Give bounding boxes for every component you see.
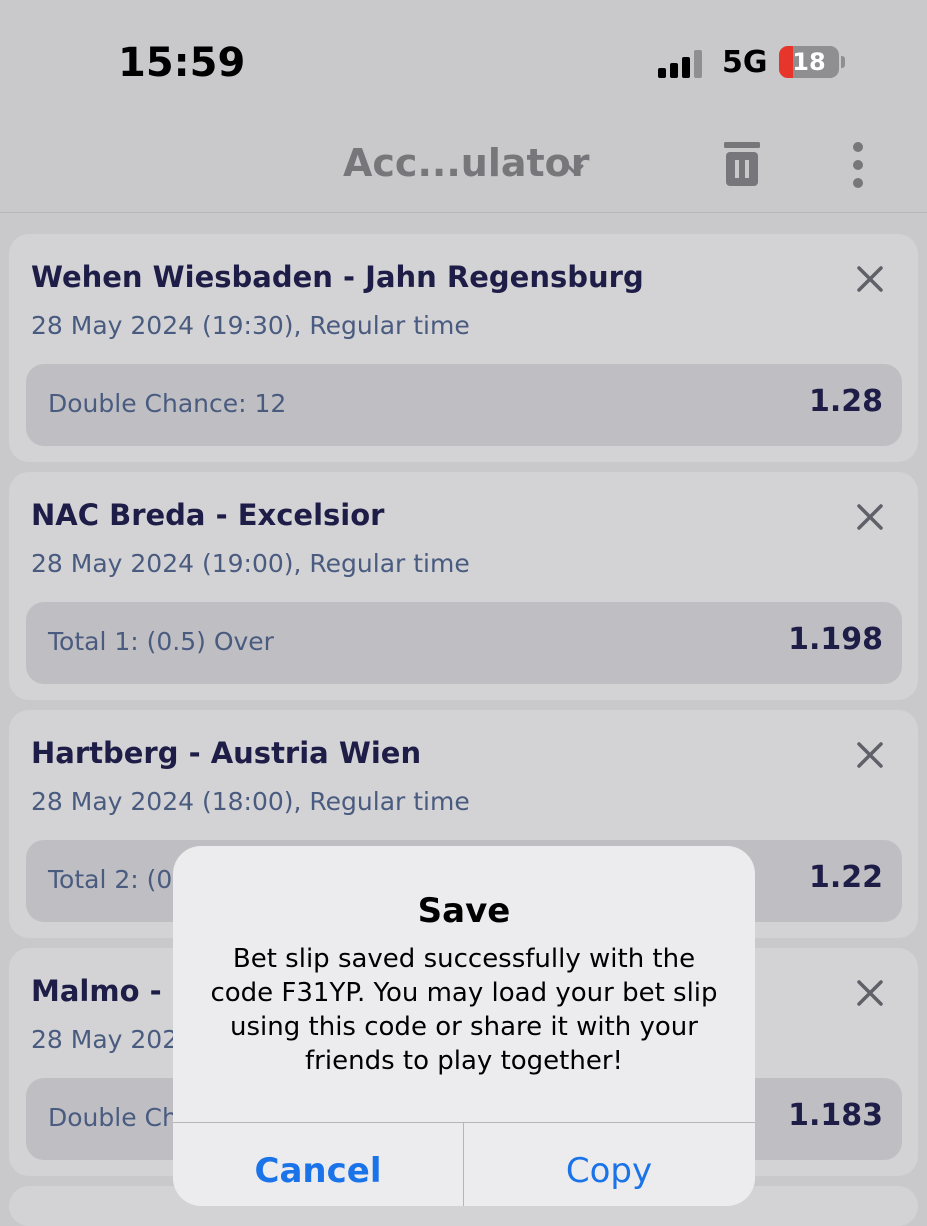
trash-icon[interactable] [722, 140, 762, 188]
bet-odds: 1.28 [808, 384, 883, 419]
close-icon[interactable] [855, 264, 885, 294]
network-type: 5G [722, 45, 768, 80]
battery-icon: 18 [779, 46, 839, 78]
bet-odds: 1.183 [788, 1098, 883, 1133]
status-bar: 15:59 5G 18 [0, 0, 927, 110]
bet-market: Total 1: (0.5) Over [48, 627, 274, 656]
bet-selection: Double Chance: 12 1.28 [26, 364, 902, 446]
match-title: Hartberg - Austria Wien [31, 736, 422, 770]
dialog-message: Bet slip saved successfully with the cod… [210, 944, 718, 1076]
save-dialog: Save Bet slip saved successfully with th… [173, 846, 755, 1206]
match-date: 28 May 2024 (19:00), Regular time [31, 549, 470, 578]
dialog-title: Save [417, 891, 511, 931]
match-date: 28 May 202 [31, 1025, 179, 1054]
signal-icon [658, 50, 702, 78]
chevron-down-icon[interactable] [566, 164, 584, 176]
bet-type-selector[interactable]: Acc...ulator [343, 141, 590, 185]
close-icon[interactable] [855, 740, 885, 770]
cancel-button[interactable]: Cancel [173, 1151, 463, 1191]
dialog-divider [173, 1122, 755, 1123]
bet-card: NAC Breda - Excelsior 28 May 2024 (19:00… [9, 472, 918, 700]
bet-market: Double Chance: 12 [48, 389, 287, 418]
close-icon[interactable] [855, 502, 885, 532]
match-title: NAC Breda - Excelsior [31, 498, 385, 532]
bet-market: Double Ch [48, 1103, 178, 1132]
copy-button[interactable]: Copy [464, 1151, 754, 1191]
match-title: Malmo - E [31, 974, 192, 1008]
bet-selection: Total 1: (0.5) Over 1.198 [26, 602, 902, 684]
more-vertical-icon[interactable] [848, 142, 868, 188]
bet-card: Wehen Wiesbaden - Jahn Regensburg 28 May… [9, 234, 918, 462]
close-icon[interactable] [855, 978, 885, 1008]
match-title: Wehen Wiesbaden - Jahn Regensburg [31, 260, 644, 294]
match-date: 28 May 2024 (18:00), Regular time [31, 787, 470, 816]
bet-odds: 1.198 [788, 622, 883, 657]
match-date: 28 May 2024 (19:30), Regular time [31, 311, 470, 340]
bet-market: Total 2: (0 [48, 865, 173, 894]
battery-level: 18 [792, 48, 826, 76]
battery-tip [841, 56, 845, 68]
bet-odds: 1.22 [808, 860, 883, 895]
status-time: 15:59 [118, 40, 246, 86]
app-header: Acc...ulator [0, 110, 927, 213]
